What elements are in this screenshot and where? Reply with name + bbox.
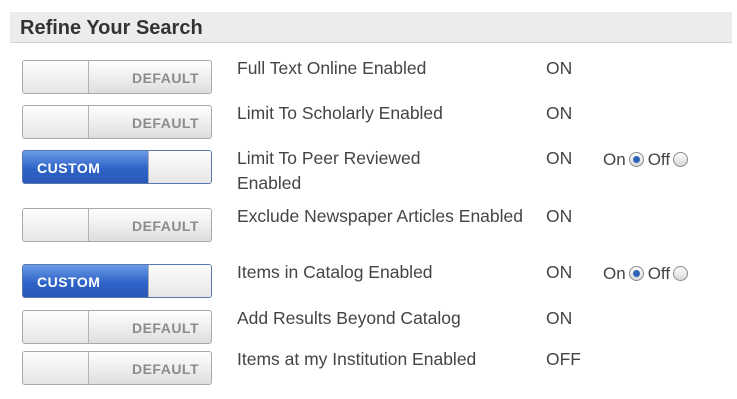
- toggle-label: DEFAULT: [131, 70, 199, 86]
- setting-name: Full Text Online Enabled: [237, 58, 427, 78]
- default-toggle[interactable]: DEFAULT: [22, 60, 212, 94]
- setting-row-newspaper: DEFAULT Exclude Newspaper Articles Enabl…: [0, 204, 737, 256]
- toggle-label: DEFAULT: [131, 115, 199, 131]
- on-off-radio-group: On Off: [603, 146, 692, 171]
- toggle-knob: [23, 352, 89, 384]
- setting-name: Items at my Institution Enabled: [237, 349, 477, 369]
- custom-toggle[interactable]: CUSTOM: [22, 264, 212, 298]
- setting-row-institution: DEFAULT Items at my Institution Enabled …: [0, 347, 737, 399]
- default-toggle[interactable]: DEFAULT: [22, 310, 212, 344]
- toggle-knob: [23, 106, 89, 138]
- radio-on-button[interactable]: [628, 152, 644, 168]
- toggle-knob: [23, 209, 89, 241]
- radio-off-button[interactable]: [673, 152, 689, 168]
- toggle-knob: [148, 151, 211, 183]
- toggle-label: DEFAULT: [131, 218, 199, 234]
- radio-on-label: On: [603, 150, 626, 170]
- setting-status: ON: [546, 148, 573, 168]
- on-off-radio-group: On Off: [603, 260, 692, 285]
- setting-name: Limit To Peer Reviewed Enabled: [237, 148, 421, 193]
- setting-name: Limit To Scholarly Enabled: [237, 103, 443, 123]
- setting-name: Exclude Newspaper Articles Enabled: [237, 206, 523, 226]
- default-toggle[interactable]: DEFAULT: [22, 105, 212, 139]
- toggle-label: CUSTOM: [37, 274, 101, 290]
- setting-status: ON: [546, 206, 573, 226]
- toggle-knob: [148, 265, 211, 297]
- setting-status: ON: [546, 58, 573, 78]
- radio-on-button[interactable]: [628, 266, 644, 282]
- toggle-knob: [23, 61, 89, 93]
- radio-off-label: Off: [647, 150, 671, 170]
- setting-status: OFF: [546, 349, 581, 369]
- setting-status: ON: [546, 262, 573, 282]
- radio-off-button[interactable]: [673, 266, 689, 282]
- toggle-label: DEFAULT: [131, 361, 199, 377]
- default-toggle[interactable]: DEFAULT: [22, 208, 212, 242]
- setting-name: Add Results Beyond Catalog: [237, 308, 461, 328]
- refine-search-header: Refine Your Search: [10, 12, 732, 43]
- custom-toggle[interactable]: CUSTOM: [22, 150, 212, 184]
- setting-row-peer-reviewed: CUSTOM Limit To Peer Reviewed Enabled ON…: [0, 146, 737, 198]
- radio-on-label: On: [603, 264, 626, 284]
- setting-name: Items in Catalog Enabled: [237, 262, 433, 282]
- toggle-label: DEFAULT: [131, 320, 199, 336]
- default-toggle[interactable]: DEFAULT: [22, 351, 212, 385]
- toggle-label: CUSTOM: [37, 160, 101, 176]
- setting-status: ON: [546, 308, 573, 328]
- radio-off-label: Off: [647, 264, 671, 284]
- panel-title: Refine Your Search: [20, 17, 203, 39]
- setting-row-catalog: CUSTOM Items in Catalog Enabled ON On Off: [0, 260, 737, 312]
- setting-status: ON: [546, 103, 573, 123]
- toggle-knob: [23, 311, 89, 343]
